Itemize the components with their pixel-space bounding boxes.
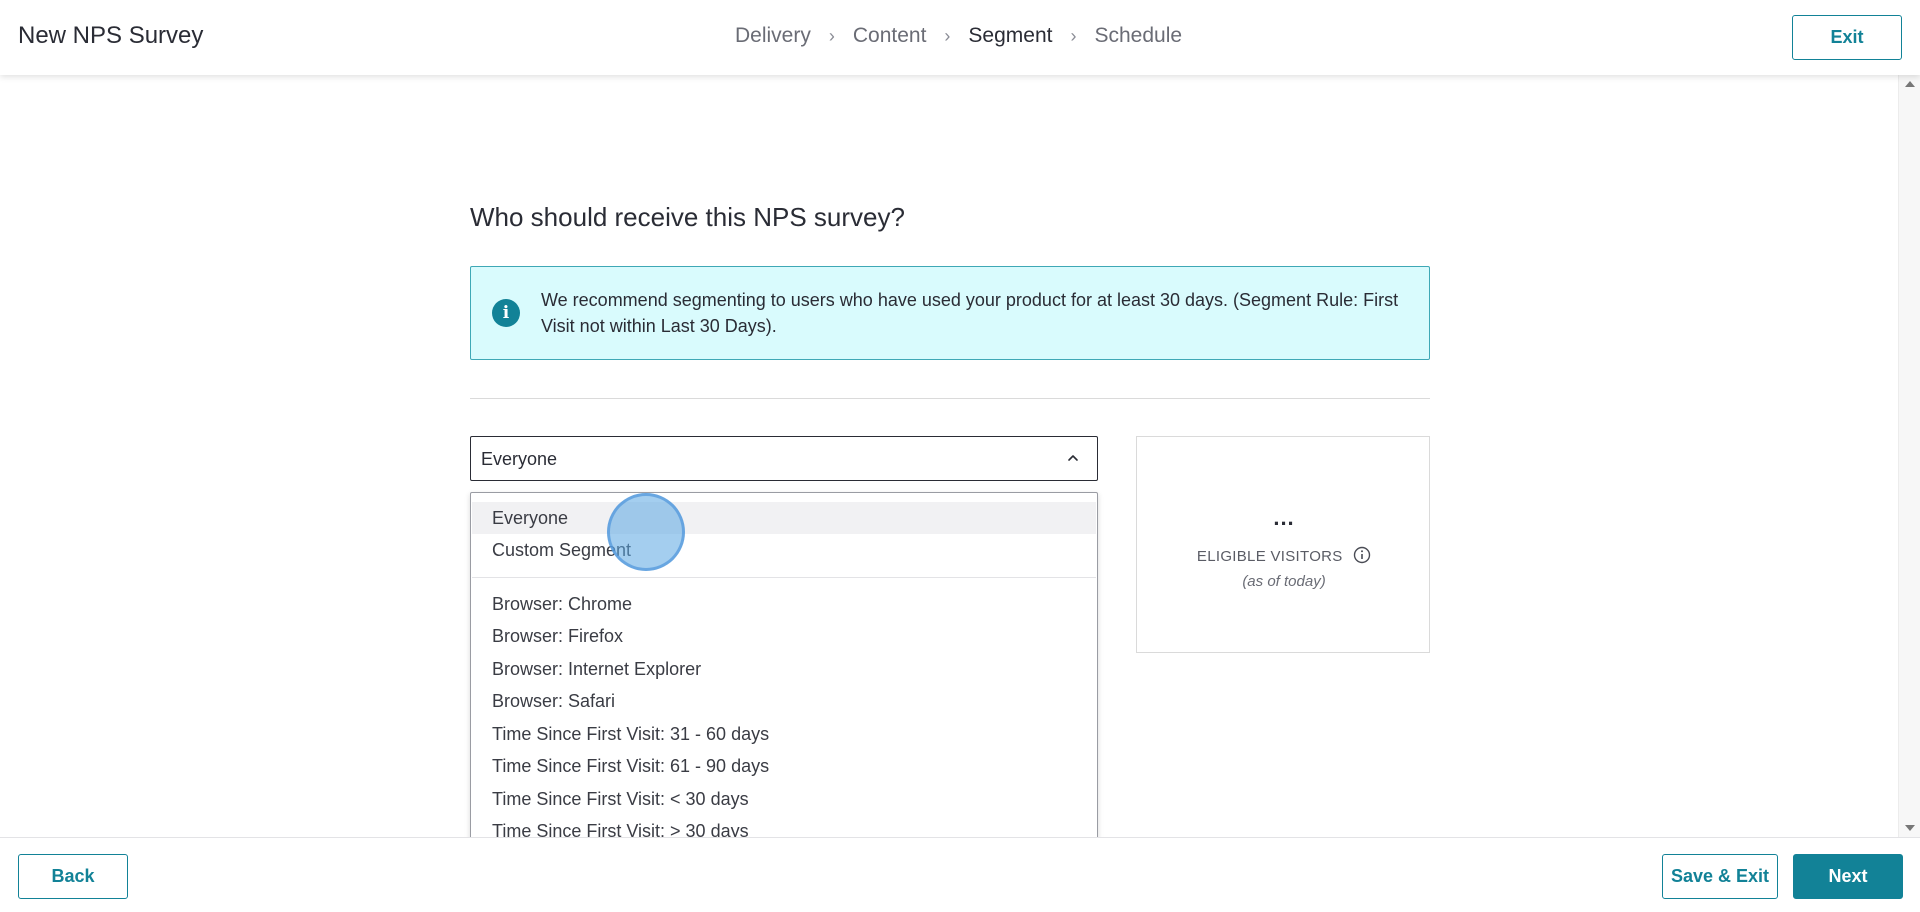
segment-dropdown-menu: Everyone Custom Segment Browser: Chrome … [470,492,1098,859]
section-question: Who should receive this NPS survey? [470,202,905,232]
recommendation-banner: i We recommend segmenting to users who h… [470,266,1430,360]
step-content[interactable]: Content [853,24,927,48]
chevron-right-icon: › [828,25,835,46]
chevron-up-icon [1068,455,1078,461]
option-browser-safari[interactable]: Browser: Safari [472,685,1096,717]
footer-bar: Back Save & Exit Next [0,837,1920,912]
wizard-steps: Delivery › Content › Segment › Schedule [735,24,1182,48]
option-first-visit-61-90[interactable]: Time Since First Visit: 61 - 90 days [472,750,1096,782]
exit-button[interactable]: Exit [1792,15,1902,60]
scrollbar[interactable] [1898,75,1920,837]
top-header: New NPS Survey Delivery › Content › Segm… [0,0,1920,75]
segment-select-value: Everyone [481,449,558,469]
info-outline-icon[interactable] [1353,546,1371,564]
option-first-visit-lt-30[interactable]: Time Since First Visit: < 30 days [472,783,1096,815]
save-and-exit-button[interactable]: Save & Exit [1662,854,1778,899]
dropdown-divider [472,577,1096,578]
eligible-visitors-label: ELIGIBLE VISITORS [1196,548,1343,565]
eligible-visitors-count: ... [1273,505,1295,530]
option-custom-segment[interactable]: Custom Segment [472,534,1096,566]
eligible-visitors-label-row: ELIGIBLE VISITORS [1137,546,1431,565]
back-button[interactable]: Back [18,854,128,899]
page-title: New NPS Survey [18,22,204,49]
option-first-visit-31-60[interactable]: Time Since First Visit: 31 - 60 days [472,718,1096,750]
scroll-down-arrow-icon[interactable] [1905,825,1915,831]
segment-select[interactable]: Everyone [470,436,1098,481]
divider [470,398,1430,399]
step-delivery[interactable]: Delivery [735,24,811,48]
eligible-visitors-date: (as of today) [1242,573,1326,590]
chevron-right-icon: › [1070,25,1077,46]
step-segment[interactable]: Segment [968,24,1052,48]
scroll-up-arrow-icon[interactable] [1905,81,1915,87]
option-browser-chrome[interactable]: Browser: Chrome [472,588,1096,620]
next-button[interactable]: Next [1793,854,1903,899]
recommendation-text: We recommend segmenting to users who hav… [541,290,1399,336]
option-everyone[interactable]: Everyone [472,502,1096,534]
option-browser-ie[interactable]: Browser: Internet Explorer [472,653,1096,685]
info-icon: i [492,299,520,327]
step-schedule[interactable]: Schedule [1094,24,1182,48]
eligible-visitors-card: ... ELIGIBLE VISITORS (as of today) [1136,436,1430,653]
chevron-right-icon: › [944,25,951,46]
option-browser-firefox[interactable]: Browser: Firefox [472,620,1096,652]
click-indicator [607,493,685,571]
